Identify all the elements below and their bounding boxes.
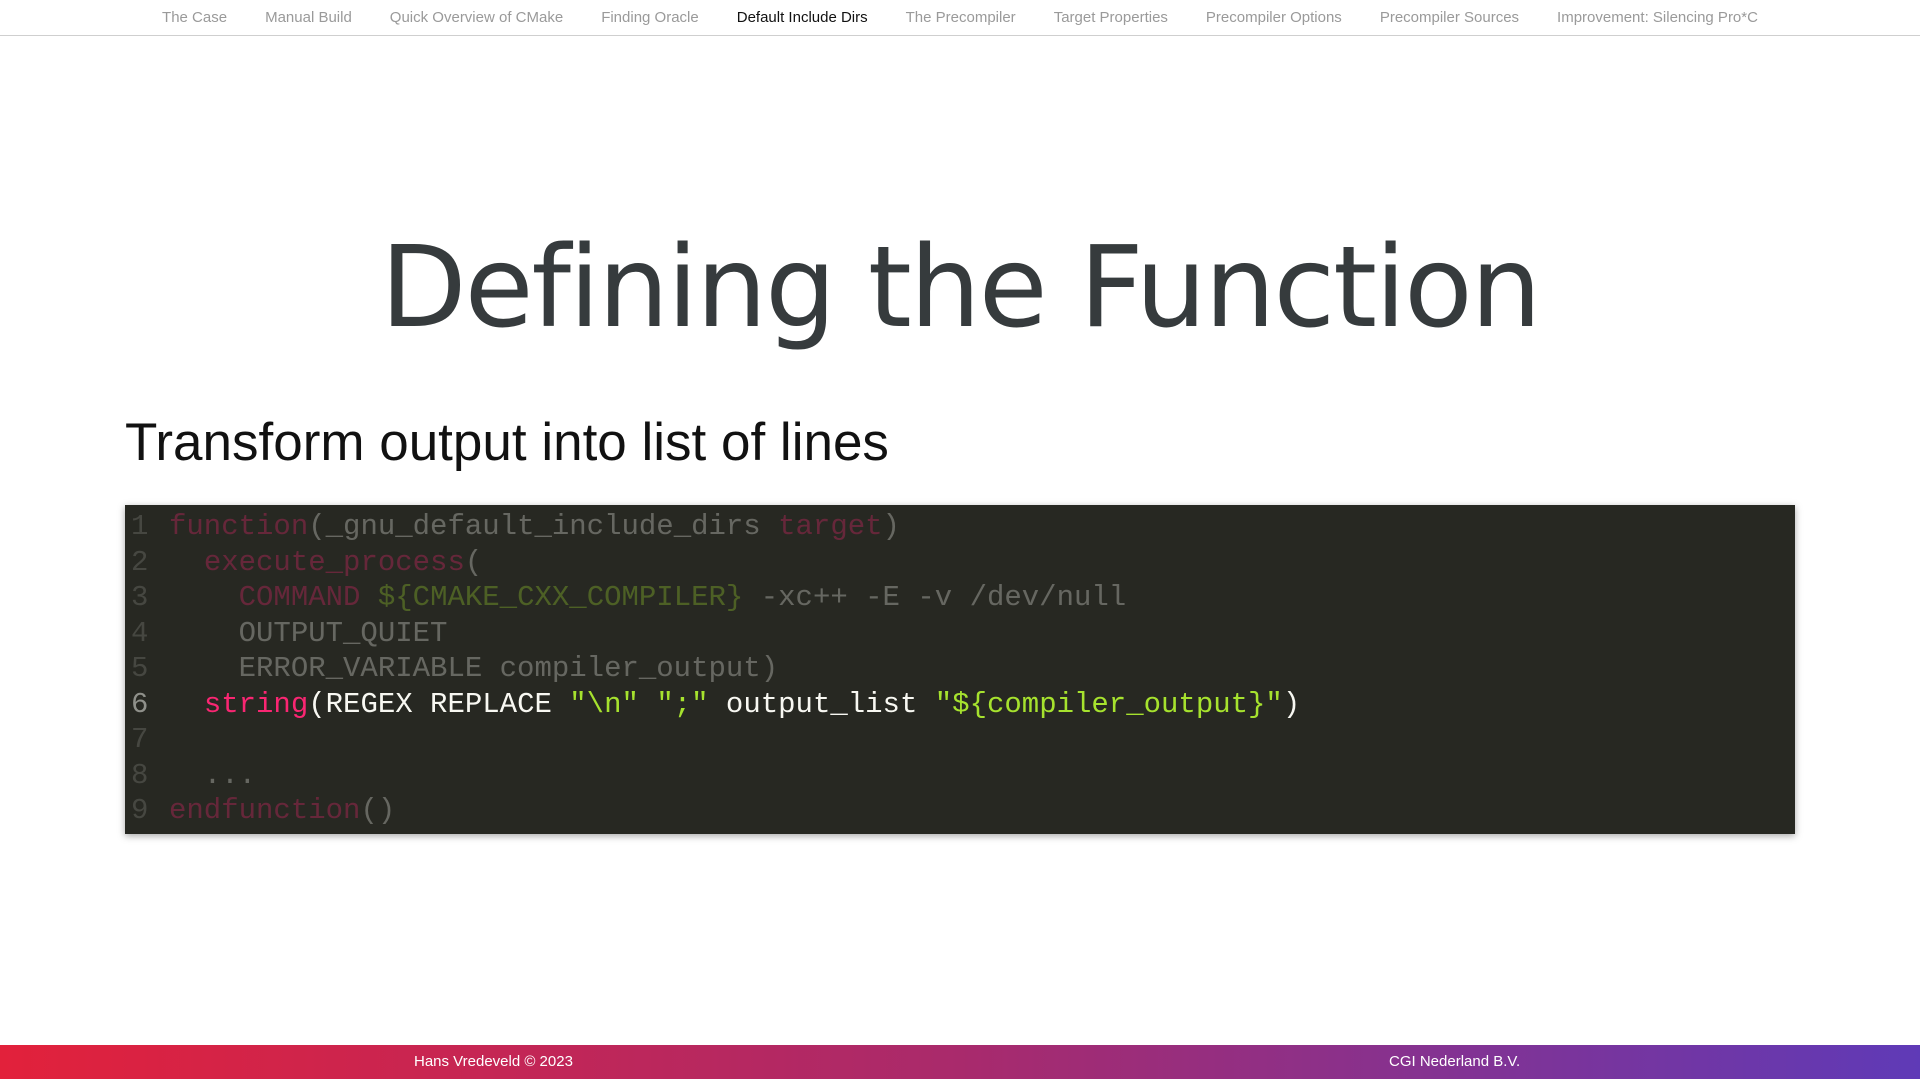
code-token: (): [360, 794, 396, 827]
nav-item-the-case[interactable]: The Case: [162, 9, 227, 26]
line-number: 4: [131, 616, 149, 650]
code-token: COMMAND: [238, 581, 361, 614]
code-line: 2 execute_process(: [125, 545, 1795, 581]
footer-bar: Hans Vredeveld © 2023 CGI Nederland B.V.: [0, 1045, 1920, 1079]
line-number: 7: [131, 723, 149, 756]
nav-item-improvement-silencing-pro-c[interactable]: Improvement: Silencing Pro*C: [1557, 9, 1758, 26]
code-token: endfunction: [169, 794, 361, 827]
code-line: 5 ERROR_VARIABLE compiler_output): [125, 651, 1795, 687]
code-line: 7: [125, 722, 1795, 758]
nav-item-precompiler-sources[interactable]: Precompiler Sources: [1380, 9, 1519, 26]
nav-item-the-precompiler[interactable]: The Precompiler: [906, 9, 1016, 26]
code-line: 1 function(_gnu_default_include_dirs targ…: [125, 509, 1795, 545]
code-text: ERROR_VARIABLE compiler_output): [169, 651, 779, 687]
code-token: ERROR_VARIABLE compiler_output): [169, 652, 779, 685]
code-token: (REGEX REPLACE: [308, 687, 570, 721]
code-token: ";": [656, 687, 709, 721]
slide-subheading: Transform output into list of lines: [125, 413, 889, 472]
nav-item-finding-oracle[interactable]: Finding Oracle: [601, 9, 699, 26]
code-token: "${compiler_output}": [934, 687, 1283, 721]
nav-item-default-include-dirs[interactable]: Default Include Dirs: [737, 9, 868, 26]
nav-item-quick-overview-of-cmake[interactable]: Quick Overview of CMake: [390, 9, 563, 26]
line-number: 8: [131, 758, 149, 792]
code-text: COMMAND ${CMAKE_CXX_COMPILER} -xc++ -E -…: [169, 580, 1127, 616]
code-text: ...: [169, 758, 256, 794]
nav-item-manual-build[interactable]: Manual Build: [265, 9, 352, 26]
code-token: function: [169, 510, 309, 543]
nav-item-precompiler-options[interactable]: Precompiler Options: [1206, 9, 1342, 26]
code-line: 6 string(REGEX REPLACE "\n" ";" output_l…: [125, 687, 1795, 723]
code-token: -xc++ -E -v /dev/null: [743, 581, 1127, 614]
line-number: 2: [131, 545, 149, 579]
code-text: OUTPUT_QUIET: [169, 616, 448, 652]
line-number: 6: [131, 687, 149, 721]
footer-author: Hans Vredeveld © 2023: [414, 1053, 573, 1070]
line-number: 9: [131, 794, 149, 827]
code-token: ${CMAKE_CXX_COMPILER}: [377, 581, 744, 614]
code-text: string(REGEX REPLACE "\n" ";" output_lis…: [169, 687, 1300, 723]
nav-item-target-properties[interactable]: Target Properties: [1054, 9, 1168, 26]
code-line: 9 endfunction(): [125, 793, 1795, 829]
code-line: 4 OUTPUT_QUIET: [125, 616, 1795, 652]
section-navigation: The Case Manual Build Quick Overview of CM…: [0, 0, 1920, 36]
code-line: 8 ...: [125, 758, 1795, 794]
footer-company: CGI Nederland B.V.: [1389, 1053, 1521, 1070]
code-token: OUTPUT_QUIET: [169, 616, 448, 650]
code-block: 1 function(_gnu_default_include_dirs targ…: [125, 505, 1795, 834]
code-token: output_list: [708, 687, 935, 721]
line-number: 3: [131, 581, 149, 614]
line-number: 1: [131, 510, 149, 543]
code-token: (: [464, 545, 483, 579]
code-token: ): [882, 510, 900, 543]
code-token: ...: [169, 758, 257, 792]
code-token: target: [778, 510, 883, 543]
code-token: ): [1282, 687, 1301, 721]
code-text: function(_gnu_default_include_dirs targe…: [169, 509, 900, 545]
code-token: "\n": [569, 687, 639, 721]
code-text: endfunction(): [169, 793, 395, 829]
code-line: 3 COMMAND ${CMAKE_CXX_COMPILER} -xc++ -E…: [125, 580, 1795, 616]
code-token: (_gnu_default_include_dirs: [308, 510, 779, 543]
slide-title: Defining the Function: [380, 223, 1541, 353]
code-token: execute_process: [203, 545, 465, 579]
code-token: string: [203, 687, 309, 721]
line-number: 5: [131, 652, 149, 685]
code-text: execute_process(: [169, 545, 482, 581]
